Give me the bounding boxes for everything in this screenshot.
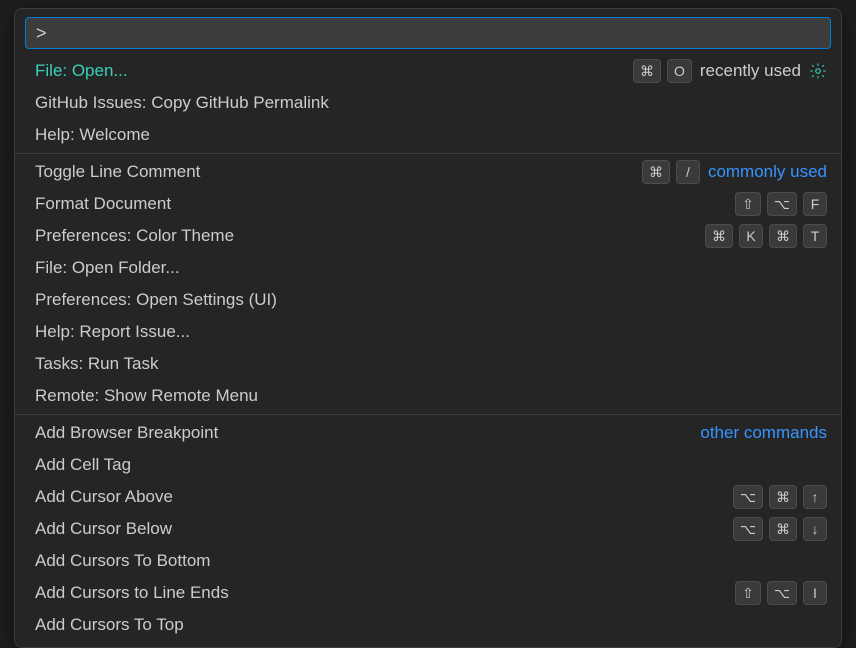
command-item-right: ⌥⌘↑ (733, 485, 827, 509)
command-item[interactable]: Preferences: Open Settings (UI) (15, 284, 841, 316)
keybinding: ⌘/ (642, 160, 700, 184)
group-label: recently used (700, 59, 801, 83)
command-item-right: ⇧⌥I (735, 581, 827, 605)
key: ⌥ (733, 485, 763, 509)
key: ⌥ (733, 517, 763, 541)
command-list: File: Open...⌘Orecently usedGitHub Issue… (15, 55, 841, 641)
command-item-label: Add Cursor Below (35, 517, 172, 541)
group-label: commonly used (708, 160, 827, 184)
separator (15, 414, 841, 415)
key: / (676, 160, 700, 184)
command-item-right: ⌥⌘↓ (733, 517, 827, 541)
command-item-label: Add Cursors to Line Ends (35, 581, 229, 605)
command-item-label: Tasks: Run Task (35, 352, 158, 376)
key: ↓ (803, 517, 827, 541)
keybinding: ⇧⌥F (735, 192, 827, 216)
keybinding: ⌘K⌘T (705, 224, 827, 248)
key: F (803, 192, 827, 216)
command-item-label: File: Open Folder... (35, 256, 180, 280)
keybinding: ⌥⌘↓ (733, 517, 827, 541)
command-item-label: Help: Welcome (35, 123, 150, 147)
command-item-label: Toggle Line Comment (35, 160, 200, 184)
key: ⌥ (767, 192, 797, 216)
command-item[interactable]: Add Cursor Above ⌥⌘↑ (15, 481, 841, 513)
command-item-right: ⌘Orecently used (633, 59, 827, 83)
command-item-label: Format Document (35, 192, 171, 216)
command-item-right: ⌘/ commonly used (642, 160, 827, 184)
command-item[interactable]: Format Document ⇧⌥F (15, 188, 841, 220)
key: T (803, 224, 827, 248)
key: ⌘ (769, 517, 797, 541)
group-label: other commands (700, 421, 827, 445)
command-item-label: Add Cell Tag (35, 453, 131, 477)
command-item[interactable]: Toggle Line Comment ⌘/ commonly used (15, 156, 841, 188)
command-item[interactable]: Add Cell Tag (15, 449, 841, 481)
key: ⌥ (767, 581, 797, 605)
key: ⌘ (633, 59, 661, 83)
command-input-wrap (15, 9, 841, 55)
command-item-right: other commands (700, 421, 827, 445)
command-item[interactable]: Add Cursors To Top (15, 609, 841, 641)
key: ⇧ (735, 192, 761, 216)
command-item[interactable]: Remote: Show Remote Menu (15, 380, 841, 412)
command-item[interactable]: Add Browser Breakpoint other commands (15, 417, 841, 449)
command-item-right: ⇧⌥F (735, 192, 827, 216)
command-item-label: Preferences: Open Settings (UI) (35, 288, 277, 312)
keybinding: ⇧⌥I (735, 581, 827, 605)
command-item-label: Preferences: Color Theme (35, 224, 234, 248)
command-palette: File: Open...⌘Orecently usedGitHub Issue… (14, 8, 842, 648)
command-item[interactable]: GitHub Issues: Copy GitHub Permalink (15, 87, 841, 119)
key: I (803, 581, 827, 605)
command-item-label: Add Cursors To Top (35, 613, 184, 637)
bg-code-hint: i (848, 480, 856, 498)
command-item-right: ⌘K⌘T (705, 224, 827, 248)
command-item-label: File: Open... (35, 59, 128, 83)
command-item[interactable]: File: Open Folder... (15, 252, 841, 284)
keybinding: ⌥⌘↑ (733, 485, 827, 509)
key: ↑ (803, 485, 827, 509)
command-input[interactable] (25, 17, 831, 49)
command-item[interactable]: Add Cursors To Bottom (15, 545, 841, 577)
key: ⌘ (642, 160, 670, 184)
gear-icon[interactable] (809, 62, 827, 80)
keybinding: ⌘O (633, 59, 692, 83)
key: K (739, 224, 763, 248)
key: ⌘ (769, 485, 797, 509)
key: O (667, 59, 692, 83)
bg-code-hint: t (846, 320, 856, 338)
separator (15, 153, 841, 154)
command-item-label: Remote: Show Remote Menu (35, 384, 258, 408)
command-item-label: Add Cursors To Bottom (35, 549, 210, 573)
command-item-label: GitHub Issues: Copy GitHub Permalink (35, 91, 329, 115)
command-item[interactable]: Help: Report Issue... (15, 316, 841, 348)
command-item-label: Help: Report Issue... (35, 320, 190, 344)
command-item[interactable]: Help: Welcome (15, 119, 841, 151)
key: ⇧ (735, 581, 761, 605)
command-item[interactable]: Add Cursor Below ⌥⌘↓ (15, 513, 841, 545)
command-item-label: Add Browser Breakpoint (35, 421, 218, 445)
key: ⌘ (769, 224, 797, 248)
key: ⌘ (705, 224, 733, 248)
command-item-label: Add Cursor Above (35, 485, 173, 509)
command-item[interactable]: Preferences: Color Theme⌘K⌘T (15, 220, 841, 252)
command-item[interactable]: File: Open...⌘Orecently used (15, 55, 841, 87)
command-item[interactable]: Add Cursors to Line Ends ⇧⌥I (15, 577, 841, 609)
command-item[interactable]: Tasks: Run Task (15, 348, 841, 380)
